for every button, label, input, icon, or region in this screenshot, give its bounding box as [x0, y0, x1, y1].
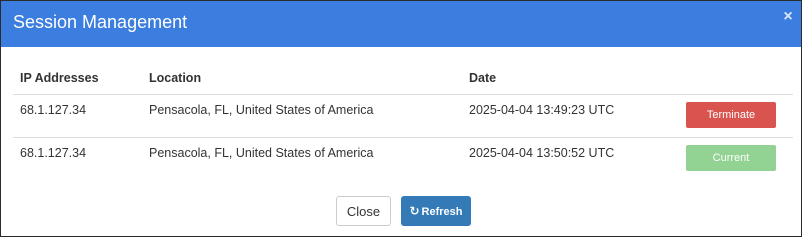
header-action [677, 62, 793, 95]
refresh-icon: ↻ [409, 204, 420, 218]
date-text: 2025-04-04 13:50:52 UTC [469, 146, 615, 160]
table-row: 68.1.127.34 Pensacola, FL, United States… [13, 138, 793, 181]
close-button[interactable]: Close [336, 196, 391, 226]
modal-header: Session Management × [1, 1, 801, 47]
cell-location: Pensacola, FL, United States of America [142, 94, 462, 138]
header-ip-addresses: IP Addresses [13, 62, 142, 95]
current-session-button: Current [686, 145, 776, 171]
refresh-button[interactable]: ↻ Refresh [401, 196, 471, 226]
table-header-row: IP Addresses Location Date [13, 62, 793, 95]
date-text: 2025-04-04 13:49:23 UTC [469, 103, 615, 117]
ip-text: 68.1.127.34 [20, 146, 87, 160]
ip-text: 68.1.127.34 [20, 103, 87, 117]
location-text: Pensacola, FL, United States of America [149, 103, 374, 117]
table-row: 68.1.127.34 Pensacola, FL, United States… [13, 94, 793, 138]
cell-date: 2025-04-04 13:49:23 UTC [462, 94, 677, 138]
modal-title: Session Management [13, 12, 188, 32]
cell-ip: 68.1.127.34 [13, 138, 142, 181]
session-management-modal: Session Management × IP Addresses Locati… [0, 0, 802, 237]
header-date: Date [462, 62, 677, 95]
cell-action: Terminate [677, 94, 793, 138]
sessions-table: IP Addresses Location Date 68.1.127.34 P… [13, 62, 793, 180]
header-location: Location [142, 62, 462, 95]
refresh-label: Refresh [421, 206, 463, 218]
cell-location: Pensacola, FL, United States of America [142, 138, 462, 181]
close-icon[interactable]: × [782, 9, 794, 25]
cell-ip: 68.1.127.34 [13, 94, 142, 138]
location-text: Pensacola, FL, United States of America [149, 146, 374, 160]
terminate-button[interactable]: Terminate [686, 102, 776, 128]
cell-date: 2025-04-04 13:50:52 UTC [462, 138, 677, 181]
cell-action: Current [677, 138, 793, 181]
